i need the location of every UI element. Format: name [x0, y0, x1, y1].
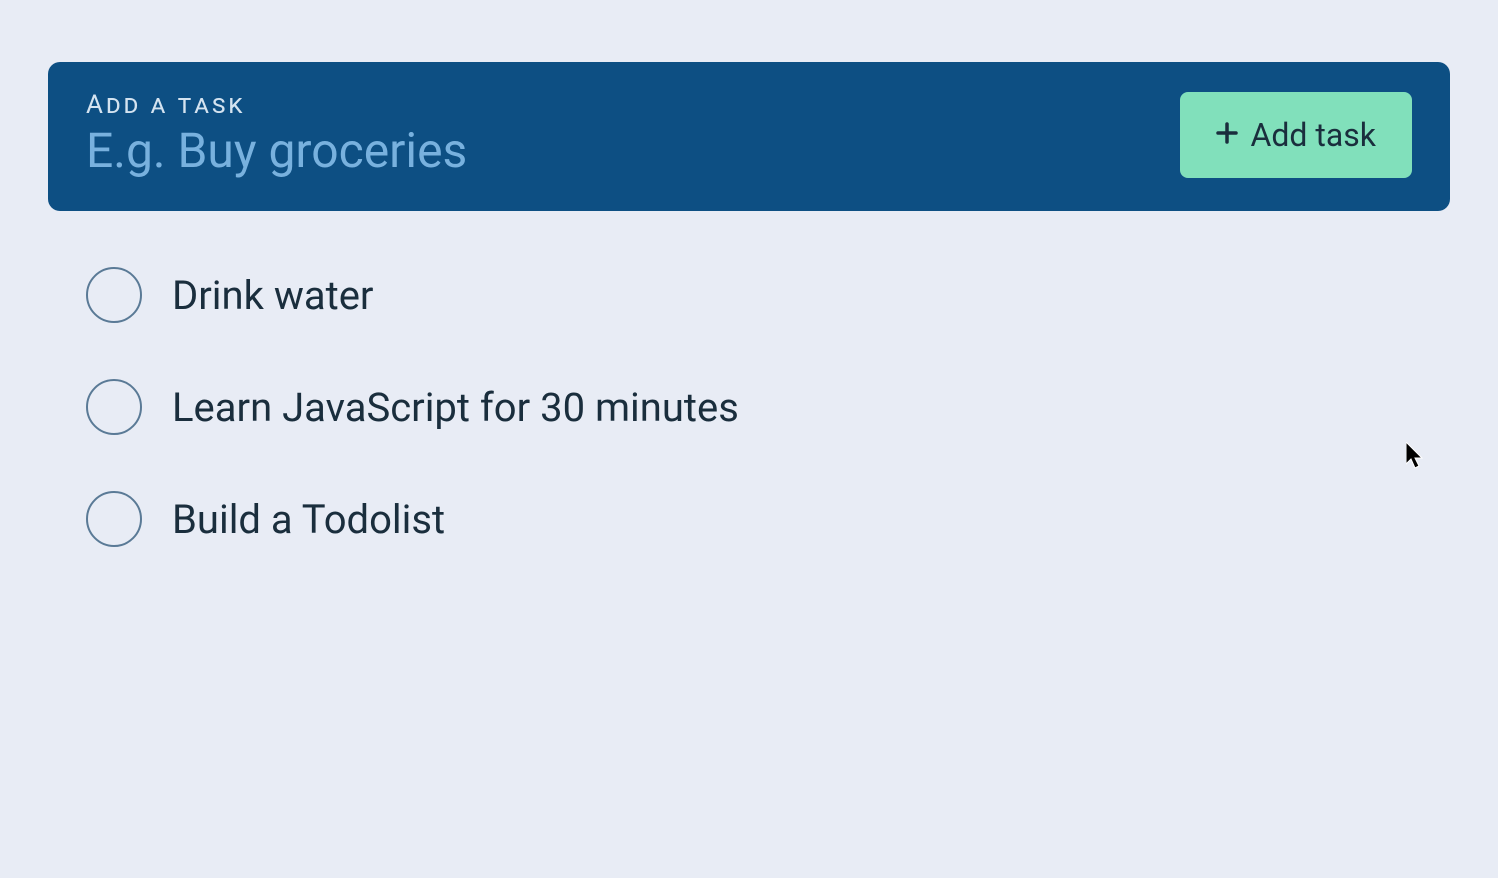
add-task-button-label: Add task: [1250, 116, 1376, 154]
task-list: Drink water Learn JavaScript for 30 minu…: [48, 267, 1450, 547]
task-item: Drink water: [86, 267, 1450, 323]
task-text: Learn JavaScript for 30 minutes: [172, 384, 739, 431]
task-input-label: Add a task: [86, 90, 1180, 120]
plus-icon: [1216, 121, 1238, 149]
add-task-button[interactable]: Add task: [1180, 92, 1412, 178]
task-input[interactable]: [86, 122, 1180, 179]
task-item: Build a Todolist: [86, 491, 1450, 547]
task-checkbox[interactable]: [86, 379, 142, 435]
task-text: Drink water: [172, 272, 373, 319]
task-item: Learn JavaScript for 30 minutes: [86, 379, 1450, 435]
task-text: Build a Todolist: [172, 496, 445, 543]
add-task-panel: Add a task Add task: [48, 62, 1450, 211]
task-checkbox[interactable]: [86, 491, 142, 547]
input-area: Add a task: [86, 90, 1180, 179]
task-checkbox[interactable]: [86, 267, 142, 323]
